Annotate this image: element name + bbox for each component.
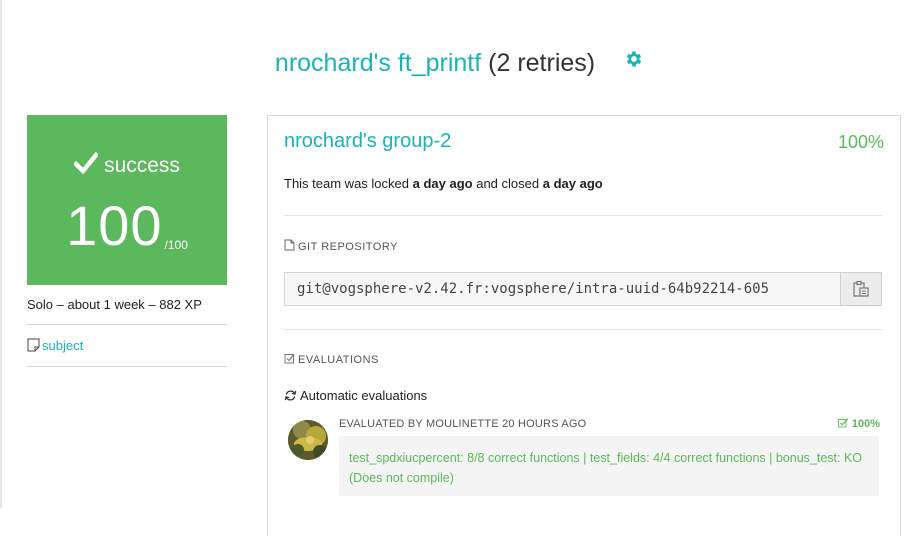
left-divider-top — [27, 324, 227, 325]
team-percent: 100% — [837, 132, 884, 152]
closed-prefix: and closed — [476, 176, 540, 191]
page-title: nrochard's ft_printf (2 retries) — [0, 44, 919, 82]
checkbox-icon — [284, 353, 295, 364]
final-score: 100/100 — [27, 191, 227, 280]
locked-time: a day ago — [412, 176, 473, 191]
evaluations-label-text: EVALUATIONS — [298, 354, 379, 366]
gear-icon[interactable] — [624, 42, 644, 80]
team-panel: nrochard's group-2 100% This team was lo… — [267, 115, 901, 536]
git-label-text: GIT REPOSITORY — [298, 241, 398, 253]
status-line: success — [27, 151, 227, 181]
evaluation-percent: 100% — [837, 418, 880, 430]
evaluator-info: EVALUATED BY MOULINETTE 20 HOURS AGO — [339, 418, 587, 430]
locked-prefix: This team was locked — [284, 176, 409, 191]
score-value: 100 — [66, 194, 163, 257]
evaluation-percent-value: 100% — [851, 418, 880, 430]
panel-divider-2 — [284, 329, 882, 330]
subject-label: subject — [42, 338, 84, 353]
project-meta: Solo – about 1 week – 882 XP — [27, 297, 202, 312]
subject-link[interactable]: subject — [27, 338, 83, 353]
left-divider-bottom — [27, 366, 227, 367]
automatic-evaluations-heading: Automatic evaluations — [284, 388, 427, 403]
status-text: success — [104, 154, 180, 177]
checkmark-icon — [72, 151, 100, 175]
refresh-icon — [284, 390, 297, 401]
clipboard-icon — [853, 280, 869, 297]
team-lock-status: This team was locked a day ago and close… — [284, 176, 603, 191]
retries-count: (2 retries) — [488, 49, 596, 77]
score-card: success 100/100 — [27, 115, 227, 285]
evaluations-label: EVALUATIONS — [284, 353, 379, 366]
project-title-link[interactable]: nrochard's ft_printf — [275, 49, 481, 77]
git-repository-field[interactable]: git@vogsphere-v2.42.fr:vogsphere/intra-u… — [284, 272, 882, 306]
file-icon — [284, 239, 295, 251]
copy-button[interactable] — [840, 272, 882, 306]
panel-divider-1 — [284, 215, 882, 216]
team-name-link[interactable]: nrochard's group-2 — [284, 130, 451, 153]
git-url[interactable]: git@vogsphere-v2.42.fr:vogsphere/intra-u… — [297, 273, 831, 305]
check-icon — [837, 418, 849, 428]
closed-time: a day ago — [542, 176, 603, 191]
document-icon — [27, 338, 40, 352]
evaluator-avatar[interactable] — [288, 420, 328, 460]
git-repository-label: GIT REPOSITORY — [284, 239, 398, 253]
automatic-evaluations-text: Automatic evaluations — [300, 388, 428, 403]
evaluation-feedback: test_spdxiucpercent: 8/8 correct functio… — [339, 436, 879, 496]
score-max: /100 — [164, 238, 188, 252]
